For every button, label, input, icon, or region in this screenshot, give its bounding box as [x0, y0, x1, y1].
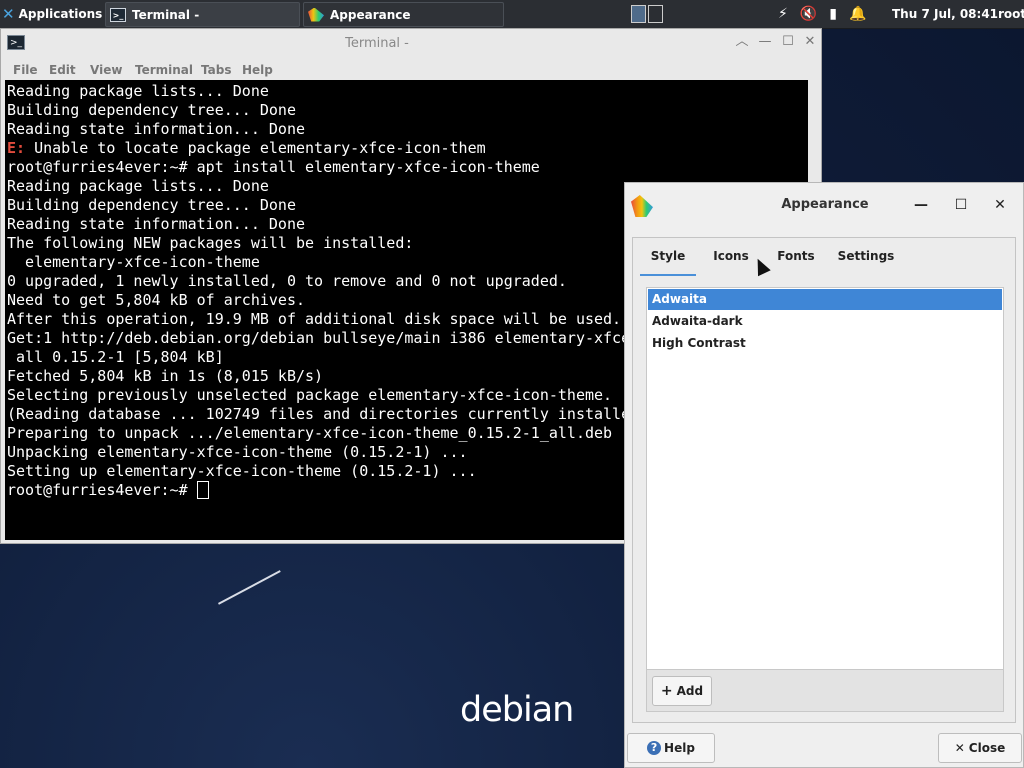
help-icon: ?: [647, 741, 662, 755]
terminal-line: Building dependency tree... Done: [7, 101, 296, 119]
terminal-line: all 0.15.2-1 [5,804 kB]: [7, 348, 224, 366]
appearance-window: Appearance — ☐ ✕ Style Icons Fonts Setti…: [624, 182, 1024, 768]
menu-terminal[interactable]: Terminal: [135, 63, 193, 77]
appearance-notebook: Style Icons Fonts Settings Adwaita Adwai…: [632, 237, 1016, 723]
close-icon: ✕: [954, 741, 965, 755]
tab-style[interactable]: Style: [640, 238, 696, 276]
appearance-titlebar[interactable]: Appearance — ☐ ✕: [625, 183, 1023, 227]
taskbar-appearance-label: Appearance: [330, 7, 411, 22]
menu-file[interactable]: File: [13, 63, 38, 77]
terminal-icon: >_: [110, 7, 126, 22]
wallpaper-line: [218, 570, 281, 605]
notification-bell-icon[interactable]: 🔔: [849, 6, 866, 22]
appearance-icon: [308, 7, 324, 22]
theme-item-adwaita-dark[interactable]: Adwaita-dark: [648, 311, 1002, 332]
terminal-line: Setting up elementary-xfce-icon-theme (0…: [7, 462, 477, 480]
terminal-line: Reading package lists... Done: [7, 177, 269, 195]
menu-help[interactable]: Help: [242, 63, 273, 77]
terminal-line: Reading state information... Done: [7, 215, 306, 233]
battery-icon[interactable]: ▮: [829, 6, 837, 22]
menu-view[interactable]: View: [90, 63, 122, 77]
applications-menu-button[interactable]: ✕ Applications: [2, 0, 102, 28]
help-label: Help: [664, 741, 695, 755]
terminal-line: Need to get 5,804 kB of archives.: [7, 291, 306, 309]
top-panel: ✕ Applications >_ Terminal - Appearance …: [0, 0, 1024, 29]
maximize-icon[interactable]: ☐: [780, 34, 796, 50]
terminal-line: root@furries4ever:~# apt install element…: [7, 158, 540, 176]
close-icon[interactable]: ✕: [991, 196, 1009, 214]
terminal-line: Reading package lists... Done: [7, 82, 269, 100]
terminal-line: Preparing to unpack .../elementary-xfce-…: [7, 424, 649, 442]
terminal-line: Fetched 5,804 kB in 1s (8,015 kB/s): [7, 367, 324, 385]
terminal-line: After this operation, 19.9 MB of additio…: [7, 310, 622, 328]
theme-list[interactable]: Adwaita Adwaita-dark High Contrast: [646, 287, 1004, 670]
terminal-line: 0 upgraded, 1 newly installed, 0 to remo…: [7, 272, 567, 290]
close-button[interactable]: ✕ Close: [938, 733, 1022, 763]
theme-item-high-contrast[interactable]: High Contrast: [648, 333, 1002, 354]
terminal-lines: Reading package lists... Done Building de…: [7, 82, 729, 500]
terminal-line: The following NEW packages will be insta…: [7, 234, 414, 252]
debian-logo: debian: [460, 690, 574, 730]
menu-edit[interactable]: Edit: [49, 63, 76, 77]
terminal-line: Selecting previously unselected package …: [7, 386, 613, 404]
error-prefix: E:: [7, 139, 26, 157]
taskbar-terminal[interactable]: >_ Terminal -: [105, 2, 300, 27]
terminal-line: Unpacking elementary-xfce-icon-theme (0.…: [7, 443, 468, 461]
workspace-switcher[interactable]: [631, 0, 665, 28]
tab-settings[interactable]: Settings: [833, 238, 899, 274]
xfce-logo-icon: ✕: [2, 5, 15, 23]
system-tray: ⚡ 🔇 ▮ 🔔: [778, 0, 888, 28]
taskbar-terminal-label: Terminal -: [132, 7, 200, 22]
terminal-line: E: Unable to locate package elementary-x…: [7, 139, 729, 158]
close-label: Close: [968, 741, 1006, 755]
plus-icon: +: [660, 683, 673, 699]
shade-icon[interactable]: ︿: [734, 34, 750, 50]
minimize-icon[interactable]: —: [757, 34, 773, 50]
network-icon[interactable]: ⚡: [778, 6, 788, 22]
volume-muted-icon[interactable]: 🔇: [800, 6, 817, 22]
terminal-titlebar[interactable]: >_ Terminal - ︿ — ☐ ✕: [1, 29, 821, 57]
terminal-line: elementary-xfce-icon-theme: [7, 253, 260, 271]
user-menu[interactable]: root: [998, 0, 1024, 28]
terminal-title: Terminal -: [345, 36, 409, 51]
terminal-menubar: File Edit View Terminal Tabs Help: [1, 60, 821, 82]
prompt-text: root@furries4ever:~#: [7, 481, 197, 499]
theme-list-toolbar: + Add: [646, 670, 1004, 712]
clock[interactable]: Thu 7 Jul, 08:41: [892, 0, 998, 28]
workspace-1[interactable]: [631, 5, 646, 23]
taskbar-appearance[interactable]: Appearance: [303, 2, 504, 27]
close-icon[interactable]: ✕: [802, 34, 818, 50]
terminal-line: Reading state information... Done: [7, 120, 306, 138]
text-cursor: [196, 481, 209, 499]
terminal-line: Building dependency tree... Done: [7, 196, 296, 214]
applications-label: Applications: [18, 7, 103, 21]
terminal-line: (Reading database ... 102749 files and d…: [7, 405, 658, 423]
workspace-2[interactable]: [648, 5, 663, 23]
debian-logo-text: debian: [460, 690, 574, 730]
menu-tabs[interactable]: Tabs: [201, 63, 231, 77]
add-theme-button[interactable]: + Add: [652, 676, 712, 706]
terminal-prompt: root@furries4ever:~#: [7, 481, 729, 500]
add-label: Add: [676, 684, 704, 698]
help-button[interactable]: ? Help: [627, 733, 715, 763]
terminal-line: Get:1 http://deb.debian.org/debian bulls…: [7, 329, 730, 347]
maximize-icon[interactable]: ☐: [952, 196, 970, 214]
error-text: Unable to locate package elementary-xfce…: [25, 139, 486, 157]
theme-item-adwaita[interactable]: Adwaita: [648, 289, 1002, 310]
minimize-icon[interactable]: —: [912, 196, 930, 214]
tab-fonts[interactable]: Fonts: [768, 238, 824, 274]
tab-icons[interactable]: Icons: [703, 238, 759, 274]
